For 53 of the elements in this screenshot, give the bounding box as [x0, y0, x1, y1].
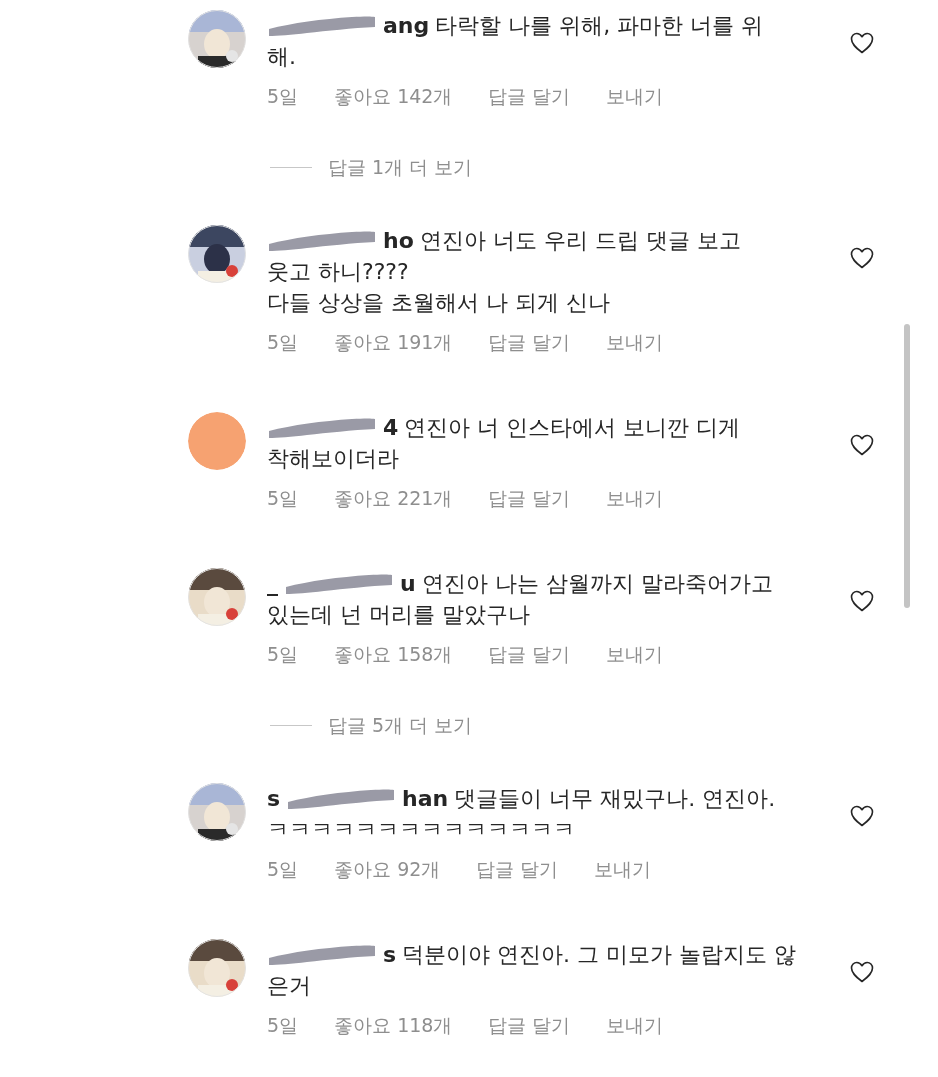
- comment-text: 착해보이더라: [267, 445, 400, 473]
- comment-text: 덕분이야 연진아. 그 미모가 놀랍지도 않: [402, 941, 797, 969]
- comment-time: 5일: [267, 642, 299, 667]
- comment-text: 있는데 넌 머리를 말았구나: [267, 601, 531, 629]
- comment-text: 댓글들이 너무 재밌구나. 연진아.: [454, 785, 776, 813]
- comment-text: 연진아 나는 삼월까지 말라죽어가고: [421, 570, 773, 598]
- scrollbar[interactable]: [904, 324, 910, 608]
- send-link[interactable]: 보내기: [594, 855, 652, 883]
- send-link[interactable]: 보내기: [606, 82, 664, 110]
- username[interactable]: s: [267, 783, 281, 814]
- view-replies-link[interactable]: 답글 1개 더 보기: [328, 153, 473, 181]
- send-link[interactable]: 보내기: [606, 640, 664, 668]
- comment-text: 연진아 너 인스타에서 보니깐 디게: [404, 414, 741, 442]
- view-replies-link[interactable]: 답글 5개 더 보기: [328, 711, 473, 739]
- reply-link[interactable]: 답글 달기: [488, 328, 571, 356]
- comment-text: ㅋㅋㅋㅋㅋㅋㅋㅋㅋㅋㅋㅋㅋㅋ: [267, 816, 576, 844]
- username[interactable]: ang: [383, 10, 430, 41]
- username[interactable]: _: [267, 568, 278, 599]
- reply-link[interactable]: 답글 달기: [476, 855, 559, 883]
- likes-count[interactable]: 좋아요 142개: [334, 82, 453, 110]
- username[interactable]: u: [400, 568, 416, 599]
- comment-time: 5일: [267, 857, 299, 882]
- reply-link[interactable]: 답글 달기: [488, 82, 571, 110]
- reply-link[interactable]: 답글 달기: [488, 640, 571, 668]
- comment-time: 5일: [267, 330, 299, 355]
- likes-count[interactable]: 좋아요 191개: [334, 328, 453, 356]
- send-link[interactable]: 보내기: [606, 484, 664, 512]
- heart-icon[interactable]: [850, 32, 874, 54]
- heart-icon[interactable]: [850, 805, 874, 827]
- likes-count[interactable]: 좋아요 118개: [334, 1011, 453, 1039]
- username[interactable]: han: [402, 783, 449, 814]
- username[interactable]: 4: [383, 412, 399, 443]
- likes-count[interactable]: 좋아요 158개: [334, 640, 453, 668]
- reply-link[interactable]: 답글 달기: [488, 484, 571, 512]
- comment-time: 5일: [267, 84, 299, 109]
- comment-text: 해.: [267, 43, 297, 71]
- likes-count[interactable]: 좋아요 92개: [334, 855, 441, 883]
- send-link[interactable]: 보내기: [606, 1011, 664, 1039]
- heart-icon[interactable]: [850, 247, 874, 269]
- heart-icon[interactable]: [850, 961, 874, 983]
- comment-text: 연진아 너도 우리 드립 댓글 보고: [419, 227, 741, 255]
- likes-count[interactable]: 좋아요 221개: [334, 484, 453, 512]
- username[interactable]: ho: [383, 225, 414, 256]
- comment-text: 웃고 하니???? 다들 상상을 초월해서 나 되게 신나: [267, 258, 611, 317]
- reply-link[interactable]: 답글 달기: [488, 1011, 571, 1039]
- comment-text: 은거: [267, 972, 312, 1000]
- comment-text: 타락할 나를 위해, 파마한 너를 위: [435, 12, 764, 40]
- send-link[interactable]: 보내기: [606, 328, 664, 356]
- heart-icon[interactable]: [850, 434, 874, 456]
- comment-time: 5일: [267, 1013, 299, 1038]
- username[interactable]: s: [383, 939, 397, 970]
- heart-icon[interactable]: [850, 590, 874, 612]
- comment-time: 5일: [267, 486, 299, 511]
